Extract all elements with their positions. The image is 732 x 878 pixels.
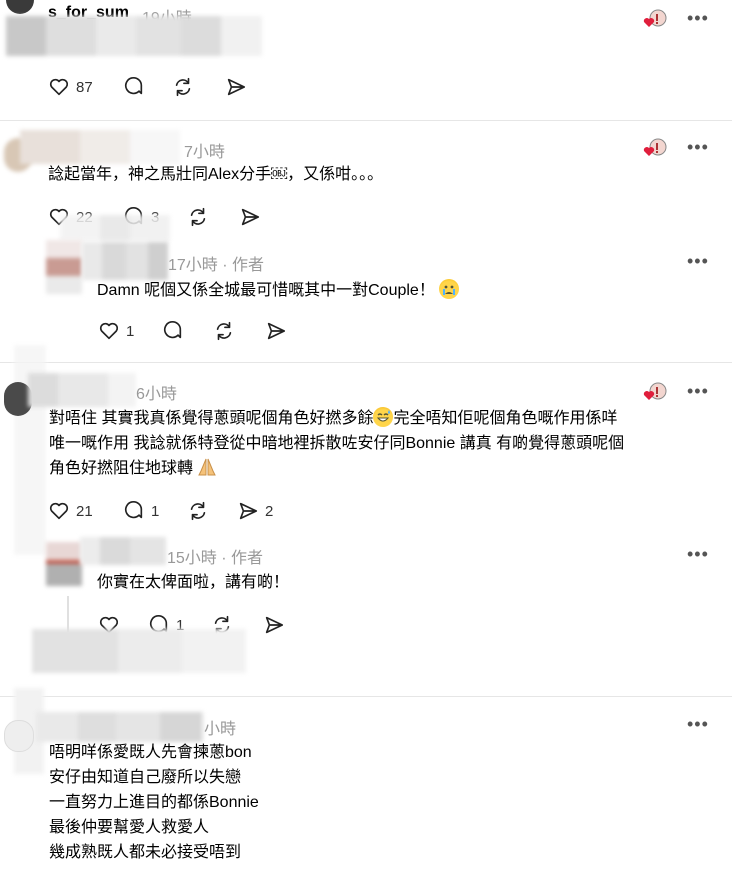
grinning-sweat-icon bbox=[373, 407, 394, 427]
comment-line: 一直努力上進目的都係Bonnie bbox=[49, 794, 259, 811]
like-count: 87 bbox=[76, 78, 93, 96]
share-button[interactable] bbox=[239, 206, 261, 228]
like-button[interactable]: 1 bbox=[98, 320, 134, 342]
repost-button[interactable] bbox=[213, 320, 235, 342]
repost-icon bbox=[190, 207, 206, 227]
comment-icon bbox=[124, 77, 143, 95]
comment-text: Damn 呢個又係全城最可惜嘅其中一對Couple！ bbox=[97, 278, 460, 303]
more-options-icon[interactable]: ••• bbox=[687, 381, 709, 402]
redacted-username bbox=[20, 130, 180, 164]
avatar[interactable] bbox=[46, 240, 82, 294]
reply-button[interactable] bbox=[162, 320, 184, 342]
reply-button[interactable]: 1 bbox=[123, 500, 159, 522]
divider bbox=[0, 362, 732, 363]
comment-line: 唔明咩係愛既人先會揀蔥bon bbox=[49, 744, 252, 761]
avatar[interactable] bbox=[6, 0, 34, 14]
share-button[interactable] bbox=[225, 76, 247, 98]
share-count: 2 bbox=[265, 502, 274, 520]
comment-line: 幾成熟既人都未必接受唔到 bbox=[49, 844, 242, 861]
crying-face-icon bbox=[439, 279, 460, 299]
timestamp: 7小時 bbox=[184, 144, 225, 161]
comment-text-line: 完全唔知佢呢個角色嘅作用係咩 bbox=[393, 410, 618, 427]
reply-count: 1 bbox=[151, 502, 160, 520]
more-options-icon[interactable]: ••• bbox=[687, 137, 709, 158]
comment-icon bbox=[124, 501, 143, 519]
redacted-username bbox=[80, 537, 166, 565]
share-button[interactable] bbox=[265, 320, 287, 342]
folded-hands-icon bbox=[197, 457, 217, 485]
redacted-text bbox=[6, 16, 262, 56]
share-button[interactable]: 2 bbox=[237, 500, 273, 522]
heart-icon bbox=[49, 502, 69, 520]
comment-line: 安仔由知道自己廢所以失戀 bbox=[49, 769, 242, 786]
more-options-icon[interactable]: ••• bbox=[687, 8, 709, 29]
send-icon bbox=[241, 208, 260, 226]
liked-heart-badge bbox=[641, 9, 669, 36]
comment-line: 對唔住 其實我真係覺得蔥頭呢個角色好撚多餘 完全唔知佢呢個角色嘅作用係咩 bbox=[49, 406, 617, 431]
comment-line: 唯一嘅作用 我諗就係特登從中暗地裡拆散咗安仔同Bonnie 講真 有啲覺得蔥頭呢… bbox=[49, 435, 625, 452]
thread-line bbox=[67, 596, 69, 632]
comment-text: 你實在太俾面啦，講有啲！ bbox=[97, 574, 290, 591]
comment-text: 諗起當年，神之馬壯同Alex分手￼，又係咁。。。 bbox=[48, 166, 384, 183]
like-button[interactable]: 21 bbox=[48, 500, 93, 522]
liked-heart-badge bbox=[641, 138, 669, 165]
like-button[interactable]: 87 bbox=[48, 76, 93, 98]
timestamp: 小時 bbox=[204, 721, 237, 738]
comment-text-line: 角色好撚阻住地球轉 bbox=[49, 460, 194, 477]
repost-button[interactable] bbox=[172, 76, 194, 98]
share-button[interactable] bbox=[263, 614, 285, 636]
liked-heart-badge bbox=[641, 382, 669, 409]
heart-icon bbox=[99, 322, 119, 340]
more-options-icon[interactable]: ••• bbox=[687, 544, 709, 565]
send-icon bbox=[227, 78, 246, 96]
redacted-username bbox=[36, 712, 204, 742]
divider bbox=[0, 120, 732, 121]
comment-text-body: Damn 呢個又係全城最可惜嘅其中一對Couple！ bbox=[97, 282, 435, 299]
comment-text-line: 對唔住 其實我真係覺得蔥頭呢個角色好撚多餘 bbox=[49, 410, 374, 427]
timestamp: 17小時 · 作者 bbox=[168, 257, 265, 274]
send-icon bbox=[265, 616, 284, 634]
send-icon bbox=[267, 322, 286, 340]
comment-line: 角色好撚阻住地球轉 bbox=[49, 456, 217, 485]
avatar[interactable] bbox=[4, 720, 34, 752]
repost-button[interactable] bbox=[187, 500, 209, 522]
comment-line: 最後仲要幫愛人救愛人 bbox=[49, 819, 210, 836]
send-icon bbox=[239, 502, 258, 520]
avatar[interactable] bbox=[46, 542, 82, 586]
repost-icon bbox=[216, 321, 232, 341]
redacted-username bbox=[28, 373, 136, 407]
divider bbox=[0, 696, 732, 697]
redacted-overlay bbox=[32, 629, 246, 673]
redacted-overlay bbox=[60, 215, 170, 241]
heart-icon bbox=[49, 78, 69, 96]
comment-icon bbox=[163, 321, 182, 339]
timestamp: 6小時 bbox=[136, 386, 177, 403]
timestamp: 15小時 · 作者 bbox=[167, 550, 264, 567]
reply-button[interactable] bbox=[123, 76, 145, 98]
repost-button[interactable] bbox=[187, 206, 209, 228]
like-count: 1 bbox=[126, 322, 135, 340]
more-options-icon[interactable]: ••• bbox=[687, 251, 709, 272]
repost-icon bbox=[175, 77, 191, 97]
repost-icon bbox=[190, 501, 206, 521]
more-options-icon[interactable]: ••• bbox=[687, 714, 709, 735]
like-count: 21 bbox=[76, 502, 93, 520]
redacted-username bbox=[82, 242, 168, 280]
